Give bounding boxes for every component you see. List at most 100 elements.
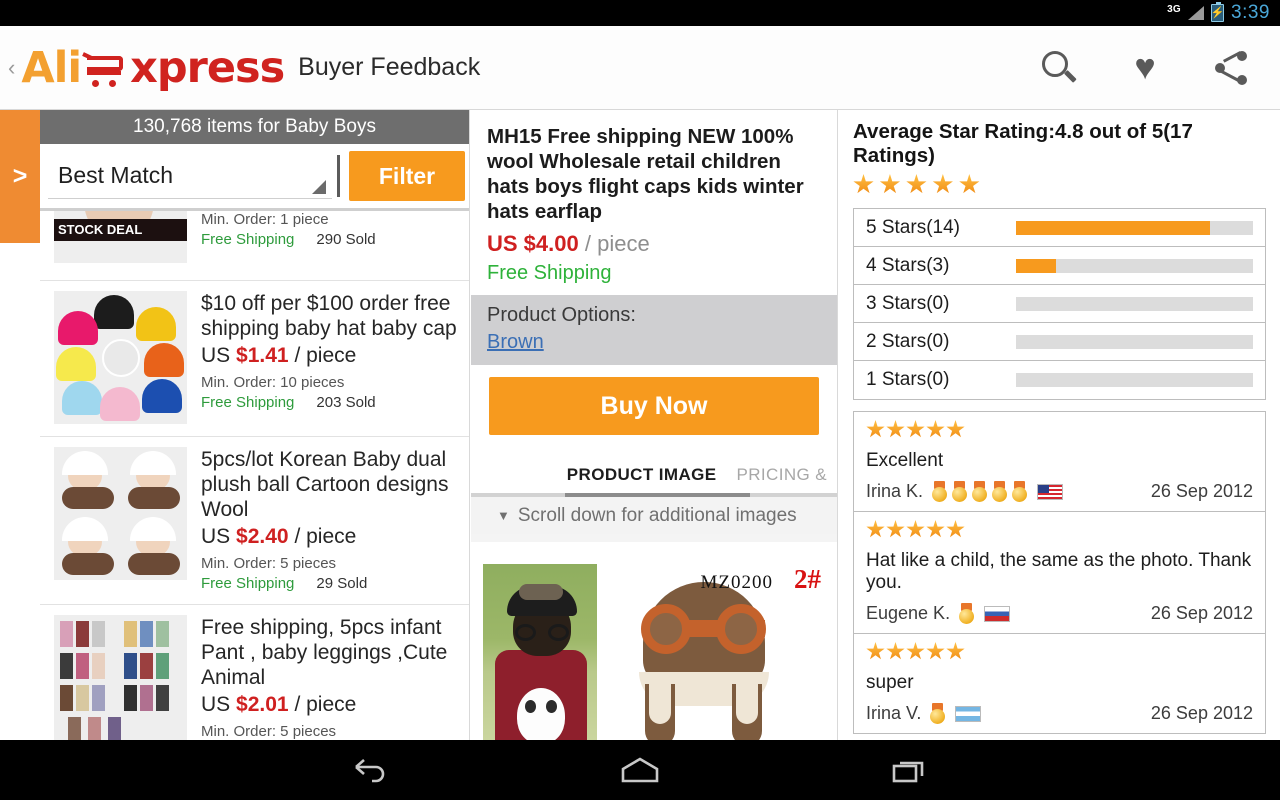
home-icon[interactable] [610, 748, 670, 792]
sold-count-label: 203 Sold [316, 394, 376, 411]
network-type-label: 3G [1167, 3, 1182, 15]
drawer-arrow-icon: > [12, 162, 28, 190]
product-price: US $1.41 / piece [201, 344, 457, 368]
price-unit: / piece [294, 525, 357, 548]
rating-bar-fill [1016, 258, 1057, 273]
medal-icon [1011, 481, 1028, 502]
status-bar: 3G ⚡ 3:39 [0, 0, 1280, 26]
free-shipping-label: Free Shipping [201, 394, 295, 411]
clock-label: 3:39 [1231, 2, 1270, 23]
review-stars [866, 520, 1253, 544]
results-count-bar: 130,768 items for Baby Boys [40, 110, 469, 144]
product-image-number: 2# [794, 564, 821, 594]
back-chevron-icon[interactable]: ‹ [0, 56, 21, 79]
shopping-cart-icon [82, 48, 129, 88]
search-results-panel: 130,768 items for Baby Boys Best Match F… [40, 110, 470, 740]
medal-icon [931, 481, 948, 502]
rating-breakdown-row: 4 Stars(3) [854, 247, 1265, 285]
star-icon [906, 642, 925, 660]
back-icon[interactable] [340, 748, 400, 792]
product-thumbnail [54, 291, 187, 424]
rating-bar-track [1016, 220, 1253, 235]
country-flag-icon [955, 705, 982, 722]
product-title: Free shipping, 5pcs infant Pant , baby l… [201, 616, 448, 689]
review-date: 26 Sep 2012 [1150, 703, 1253, 723]
star-icon [906, 520, 925, 538]
reviewer-name: Irina V. [866, 703, 922, 723]
star-icon [926, 520, 945, 538]
price-currency: US [201, 525, 231, 548]
tab-pricing[interactable]: PRICING & [726, 465, 837, 493]
rating-row-label: 4 Stars(3) [866, 254, 950, 276]
review-item[interactable]: super Irina V. 26 Sep 2012 [854, 634, 1265, 733]
price-currency: US [201, 344, 231, 367]
recents-icon[interactable] [880, 748, 940, 792]
scroll-hint-label: Scroll down for additional images [517, 504, 797, 526]
country-flag-icon [984, 605, 1011, 622]
aliexpress-logo[interactable]: Ali xpress [21, 42, 285, 93]
sort-dropdown[interactable]: Best Match [48, 153, 332, 199]
divider [337, 155, 340, 197]
star-icon [866, 520, 885, 538]
buy-now-button[interactable]: Buy Now [489, 377, 819, 435]
detail-free-shipping: Free Shipping [487, 262, 612, 284]
battery-bolt-glyph: ⚡ [1210, 6, 1225, 19]
rating-bar-track [1016, 296, 1253, 311]
product-price: US $2.40 / piece [201, 525, 457, 549]
reviewer-medals [929, 703, 946, 724]
review-item[interactable]: Hat like a child, the same as the photo.… [854, 512, 1265, 634]
price-value: $2.01 [236, 693, 289, 716]
review-list: Excellent Irina K. 26 Sep 2012 Hat like … [853, 411, 1266, 734]
review-text: Hat like a child, the same as the photo.… [866, 550, 1252, 593]
star-icon [886, 420, 905, 438]
android-nav-bar [0, 740, 1280, 800]
rating-breakdown-row: 3 Stars(0) [854, 285, 1265, 323]
star-icon [906, 420, 925, 438]
country-flag-icon [1037, 483, 1064, 500]
product-list: STOCK DEAL Min. Order: 1 piece Free Ship… [40, 211, 469, 740]
star-icon [946, 642, 965, 660]
review-item[interactable]: Excellent Irina K. 26 Sep 2012 [854, 412, 1265, 512]
detail-price: US $4.00 / piece [487, 231, 821, 257]
review-stars [866, 420, 1253, 444]
star-icon [959, 174, 980, 194]
filter-button[interactable]: Filter [349, 151, 465, 201]
share-icon[interactable] [1210, 47, 1252, 89]
category-drawer-handle[interactable]: > [0, 110, 40, 243]
page-title: Buyer Feedback [298, 53, 481, 81]
buyer-feedback-panel: Average Star Rating:4.8 out of 5(17 Rati… [839, 110, 1280, 740]
star-icon [906, 174, 927, 194]
medal-icon [971, 481, 988, 502]
product-thumbnail [54, 447, 187, 592]
logo-xpress-text: xpress [130, 42, 285, 93]
medal-icon [951, 481, 968, 502]
sort-filter-row: Best Match Filter [40, 144, 469, 208]
free-shipping-label: Free Shipping [201, 575, 295, 592]
product-thumbnail [54, 615, 187, 740]
scroll-down-hint[interactable]: ▼ Scroll down for additional images [471, 497, 837, 534]
star-icon [886, 520, 905, 538]
app-header: ‹ Ali xpress Buyer Feedback ♥ [0, 26, 1280, 110]
search-icon[interactable] [1038, 47, 1080, 89]
wishlist-heart-icon[interactable]: ♥ [1124, 46, 1166, 89]
logo-ali-text: Ali [21, 42, 82, 93]
tab-product-image[interactable]: PRODUCT IMAGE [557, 465, 727, 493]
list-item[interactable]: Free shipping, 5pcs infant Pant , baby l… [40, 605, 469, 740]
thumb-badge-label: STOCK DEAL [58, 222, 143, 237]
rating-bar-track [1016, 373, 1253, 387]
product-image[interactable]: MZ0200 2# [471, 542, 837, 740]
average-rating-stars [839, 168, 1280, 206]
review-text: Excellent [866, 450, 944, 471]
price-value: $1.41 [236, 344, 289, 367]
product-options-label: Product Options: [487, 304, 636, 326]
star-icon [926, 420, 945, 438]
detail-price-value: US $4.00 [487, 231, 579, 256]
product-studio-photo [621, 576, 786, 740]
list-item[interactable]: 5pcs/lot Korean Baby dual plush ball Car… [40, 437, 469, 605]
sort-dropdown-value: Best Match [58, 162, 174, 188]
list-item[interactable]: STOCK DEAL Min. Order: 1 piece Free Ship… [40, 211, 469, 281]
list-item[interactable]: $10 off per $100 order free shipping bab… [40, 281, 469, 437]
rating-breakdown-table: 5 Stars(14) 4 Stars(3) 3 Stars(0) 2 Star… [853, 208, 1266, 400]
min-order-label: Min. Order: 1 piece [201, 211, 329, 228]
product-option-brown[interactable]: Brown [487, 331, 544, 354]
